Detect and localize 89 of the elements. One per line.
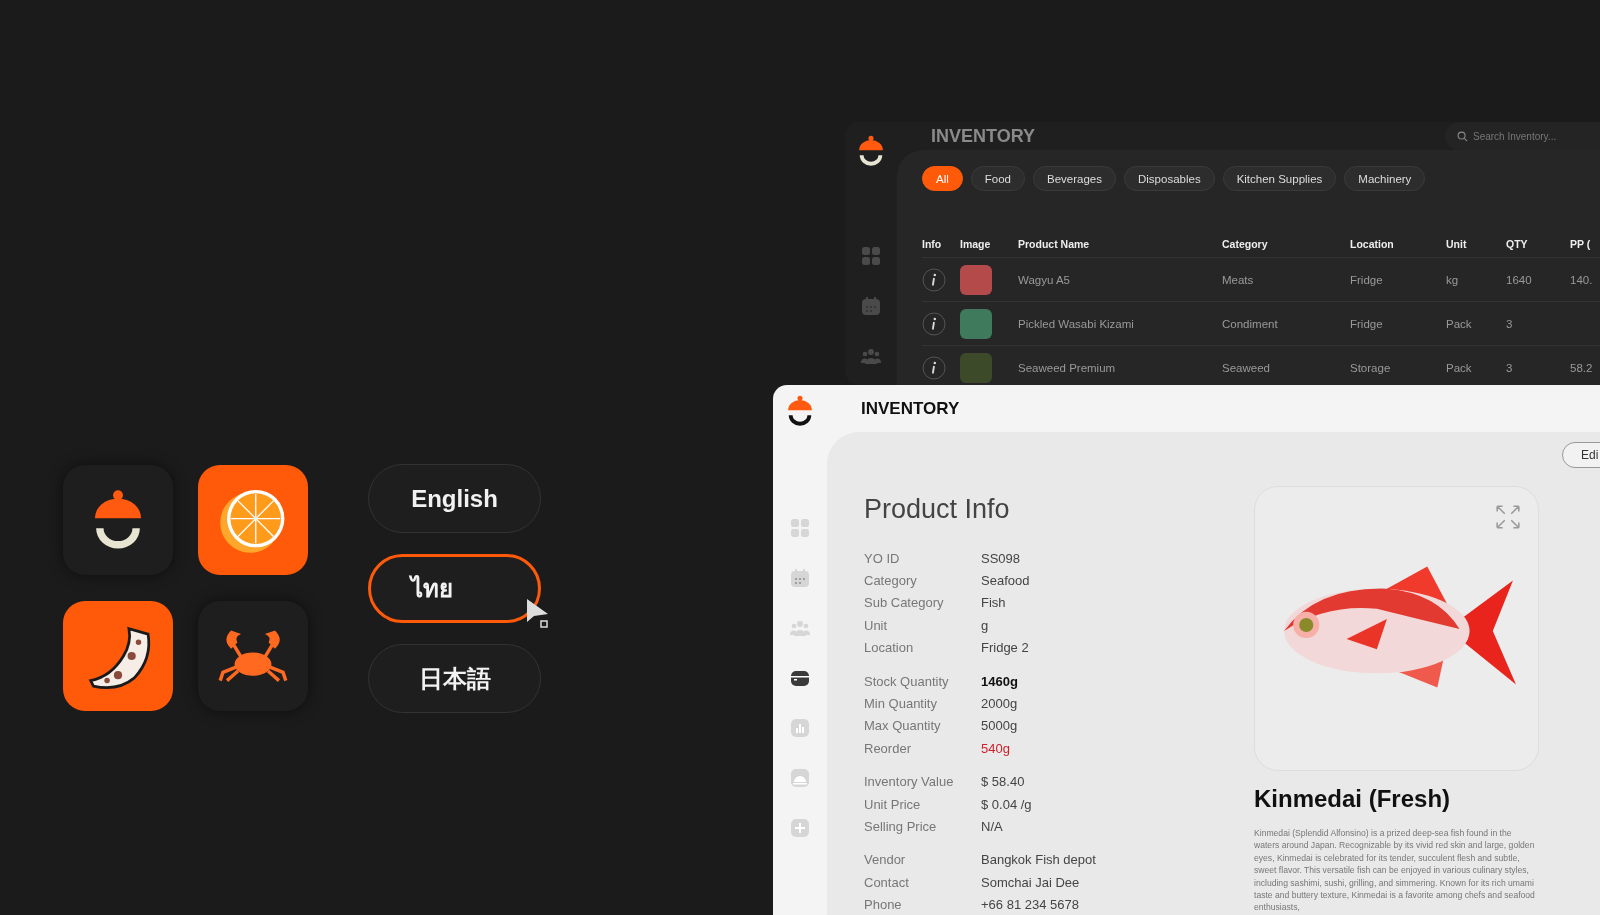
field-label: Selling Price <box>864 819 938 834</box>
expand-icon[interactable] <box>1495 504 1521 530</box>
field-value: SS098 <box>981 550 1021 566</box>
field-label: Location <box>864 640 915 656</box>
field-label: Sub Category <box>864 595 945 611</box>
field-value: $ 0.04 /g <box>981 796 1032 812</box>
cursor-icon <box>526 598 550 628</box>
field-value: Seafood <box>981 573 1030 589</box>
field-value: N/A <box>981 819 1003 834</box>
search-icon <box>1457 131 1468 142</box>
grid-icon[interactable] <box>790 518 810 538</box>
info-icon[interactable] <box>922 355 946 380</box>
table-cell-text: 1640 <box>1506 273 1533 286</box>
field-value: Bangkok Fish depot <box>981 852 1096 868</box>
table-cell-text: Storage <box>1350 361 1392 374</box>
column-header: Category <box>1222 238 1269 250</box>
column-header: Info <box>922 238 943 250</box>
field-label: Category <box>864 573 918 589</box>
table-cell-text: Fridge <box>1350 317 1384 330</box>
field-value: 1460g <box>981 673 1018 689</box>
filter-chip[interactable]: Beverages <box>1033 166 1116 191</box>
field-value: 2000g <box>981 696 1018 712</box>
photo-placeholder <box>960 264 992 295</box>
table-cell-text: 3 <box>1506 317 1514 330</box>
table-cell-text: Wagyu A5 <box>1018 273 1071 286</box>
product-description: Kinmedai (Splendid Alfonsino) is a prized deep-sea fish found in the waters around Japan. Recognizable by its vivid red skin and large, golden eyes, Kinmedai is celebrated for its tender, succulent flesh and subtle, sweet flavor. This versatile fish can be enjoyed in various culinary styles, including sashimi, sushi, grilling, and simmering. Known for its rich umami taste and buttery texture, Kinmedai is a favorite among chefs and seafood enthusiasts, <box>1254 827 1536 914</box>
field-value: 5000g <box>981 718 1018 734</box>
filter-chip[interactable]: Food <box>970 166 1025 191</box>
product-name: Kinmedai (Fresh) <box>1254 785 1452 813</box>
table-cell-text: Condiment <box>1222 317 1279 330</box>
field-label: Vendor <box>864 852 907 868</box>
field-label: YO ID <box>864 550 901 566</box>
field-label: Phone <box>864 897 903 913</box>
field-label: Max Quantity <box>864 718 942 734</box>
table-cell-text: Pickled Wasabi Kizami <box>1018 317 1135 330</box>
cloche-icon[interactable] <box>790 768 810 788</box>
field-value: $ 58.40 <box>981 774 1025 790</box>
field-label: Unit Price <box>864 796 922 812</box>
column-header: Unit <box>1446 238 1468 250</box>
window-title: INVENTORY <box>931 125 1036 147</box>
info-icon[interactable] <box>922 311 946 336</box>
table-cell-text: Pack <box>1446 317 1473 330</box>
section-heading: Product Info <box>864 494 1011 525</box>
filter-chip[interactable]: Machinery <box>1344 166 1426 191</box>
field-label: Reorder <box>864 740 912 756</box>
table-cell-text: Meats <box>1222 273 1255 286</box>
language-button[interactable]: English <box>368 464 541 533</box>
chart-icon[interactable] <box>790 718 810 738</box>
people-icon[interactable] <box>861 346 881 366</box>
plus-icon[interactable] <box>790 818 810 838</box>
language-button[interactable]: 日本語 <box>368 644 541 713</box>
photo-placeholder <box>960 352 992 383</box>
table-cell-text: 140. <box>1570 273 1594 286</box>
field-value: Fridge 2 <box>981 640 1029 656</box>
field-value: +66 81 234 5678 <box>981 897 1079 913</box>
column-header: Location <box>1350 238 1395 250</box>
table-cell-text: Pack <box>1446 361 1473 374</box>
column-header: QTY <box>1506 238 1529 250</box>
field-label: Inventory Value <box>864 774 955 790</box>
calendar-icon[interactable] <box>861 296 881 316</box>
filter-chip[interactable]: Kitchen Supplies <box>1222 166 1337 191</box>
field-label: Contact <box>864 874 910 890</box>
column-header: Image <box>960 238 992 250</box>
edit-button[interactable]: Edi <box>1562 442 1600 468</box>
field-label: Unit <box>864 617 889 633</box>
filter-chip[interactable]: Disposables <box>1124 166 1215 191</box>
table-cell-text: kg <box>1446 273 1460 286</box>
info-icon[interactable] <box>922 267 946 292</box>
field-value: Somchai Jai Dee <box>981 874 1080 890</box>
table-cell-text: 3 <box>1506 361 1514 374</box>
field-value: 540g <box>981 740 1010 756</box>
photo-placeholder <box>960 308 992 339</box>
field-label: Min Quantity <box>864 696 938 712</box>
column-header: Product Name <box>1018 238 1091 250</box>
people-icon[interactable] <box>790 618 810 638</box>
box-icon[interactable] <box>790 668 810 688</box>
field-value: Fish <box>981 595 1006 611</box>
column-header: PP ( <box>1570 238 1592 250</box>
field-label: Stock Quantity <box>864 673 950 689</box>
calendar-icon[interactable] <box>790 568 810 588</box>
table-cell-text: Fridge <box>1350 273 1384 286</box>
table-cell-text: Seaweed <box>1222 361 1271 374</box>
language-button[interactable]: ไทย <box>368 554 541 623</box>
window-title: INVENTORY <box>861 398 960 419</box>
table-cell-text: 58.2 <box>1570 361 1594 374</box>
field-value: g <box>981 617 989 633</box>
grid-icon[interactable] <box>861 246 881 266</box>
search-field[interactable]: Search Inventory... <box>1445 122 1600 150</box>
table-cell-text: Seaweed Premium <box>1018 361 1117 374</box>
